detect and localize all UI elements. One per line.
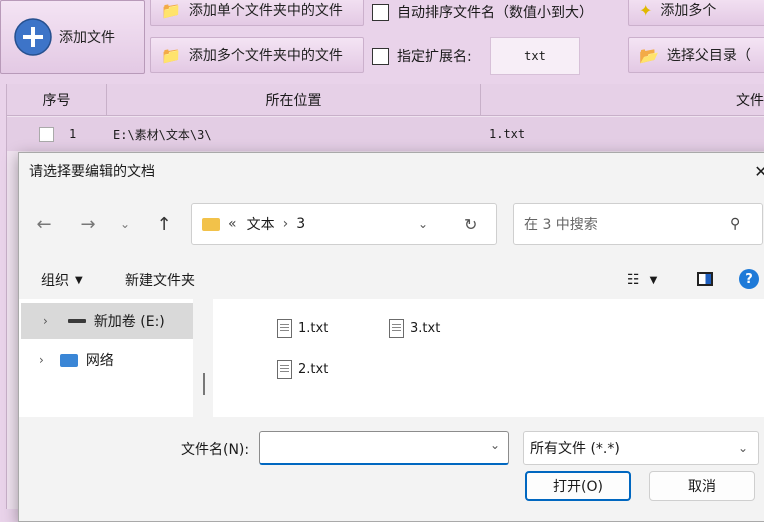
address-chevron-down-icon[interactable]: ⌄	[418, 217, 428, 231]
add-single-folder-button[interactable]: 📁 添加单个文件夹中的文件	[150, 0, 364, 26]
back-arrow-icon[interactable]: ←	[31, 211, 57, 237]
folder-plus-icon: 📁	[161, 45, 181, 65]
add-single-folder-label: 添加单个文件夹中的文件	[188, 3, 343, 19]
cancel-button[interactable]: 取消	[649, 471, 755, 501]
expand-chevron-icon[interactable]: ›	[43, 314, 48, 328]
new-folder-button[interactable]: 新建文件夹	[125, 269, 195, 291]
search-icon: ⚲	[730, 216, 741, 232]
add-file-label: 添加文件	[59, 30, 115, 46]
organize-label: 组织	[41, 273, 69, 289]
column-header-location[interactable]: 所在位置	[107, 84, 481, 116]
add-multi-folder-button[interactable]: 📁 添加多个文件夹中的文件	[150, 37, 364, 73]
breadcrumb-overflow[interactable]: «	[228, 216, 237, 232]
specify-ext-checkbox[interactable]	[372, 47, 389, 65]
file-type-select[interactable]: 所有文件 (*.*) ⌄	[523, 431, 759, 465]
row-index: 1	[69, 127, 77, 141]
table-row[interactable]: 1 E:\素材\文本\3\ 1.txt	[7, 117, 764, 151]
folder-plus-icon: 📁	[161, 0, 181, 20]
file-item[interactable]: 2.txt	[277, 358, 328, 380]
text-file-icon	[277, 359, 292, 379]
auto-sort-label: 自动排序文件名（数值小到大）	[397, 5, 593, 21]
magic-wand-icon: ✦	[639, 0, 653, 20]
auto-sort-checkbox[interactable]	[372, 3, 389, 21]
file-item-name: 1.txt	[298, 320, 329, 336]
file-type-chevron-down-icon: ⌄	[738, 441, 749, 455]
file-item-name: 2.txt	[298, 361, 329, 377]
tree-item-drive-e[interactable]: › 新加卷 (E:)	[21, 303, 193, 339]
organize-menu[interactable]: 组织 ▼	[41, 269, 83, 291]
forward-arrow-icon[interactable]: →	[75, 211, 101, 237]
file-item[interactable]: 3.txt	[389, 317, 440, 339]
refresh-icon[interactable]: ↻	[464, 215, 477, 234]
view-options-icon[interactable]: ☷ ▼	[627, 269, 657, 291]
recent-chevron-down-icon[interactable]: ⌄	[115, 211, 135, 237]
search-input[interactable]: 在 3 中搜索	[524, 214, 598, 234]
breadcrumb-separator: ›	[282, 216, 289, 232]
text-file-icon	[277, 318, 292, 338]
folder-check-icon: 📂	[639, 45, 659, 65]
row-location: E:\素材\文本\3\	[113, 127, 212, 142]
extension-input[interactable]: txt	[490, 37, 580, 75]
breadcrumb-item-text[interactable]: 文本	[247, 214, 275, 234]
address-bar[interactable]: « 文本 › 3 ⌄ ↻	[191, 203, 497, 245]
auto-sort-option[interactable]: 自动排序文件名（数值小到大）	[372, 0, 593, 24]
row-file: 1.txt	[489, 127, 526, 141]
add-multi-label: 添加多个	[660, 3, 717, 19]
drive-icon	[67, 319, 86, 323]
file-type-value: 所有文件 (*.*)	[530, 441, 620, 457]
help-icon[interactable]: ?	[739, 269, 759, 289]
close-icon[interactable]: ✕	[749, 159, 764, 183]
text-file-icon	[389, 318, 404, 338]
plus-circle-icon	[14, 18, 52, 56]
expand-chevron-icon[interactable]: ›	[39, 353, 44, 367]
search-box[interactable]: 在 3 中搜索 ⚲	[513, 203, 763, 245]
folder-icon	[202, 217, 220, 231]
nav-pane-scrollbar[interactable]	[203, 373, 205, 395]
dialog-title-bar: 请选择要编辑的文档	[19, 153, 764, 189]
filename-chevron-down-icon[interactable]: ⌄	[490, 438, 500, 452]
specify-ext-option[interactable]: 指定扩展名:	[372, 44, 472, 68]
up-arrow-icon[interactable]: ↑	[151, 211, 177, 237]
extension-value: txt	[524, 49, 546, 63]
caret-down-icon: ▼	[75, 274, 83, 286]
filename-label: 文件名(N):	[181, 442, 250, 458]
preview-pane-icon[interactable]	[697, 272, 713, 286]
tree-item-network[interactable]: › 网络	[21, 343, 193, 377]
choose-parent-label: 选择父目录（	[666, 48, 751, 64]
dialog-title: 请选择要编辑的文档	[29, 164, 155, 180]
breadcrumb-item-3[interactable]: 3	[296, 216, 305, 232]
add-multi-button[interactable]: ✦ 添加多个	[628, 0, 764, 26]
open-file-dialog: 请选择要编辑的文档 ✕ ← → ⌄ ↑ « 文本 › 3 ⌄ ↻ 在 3 中搜索…	[18, 152, 764, 522]
filename-input[interactable]: ⌄	[259, 431, 509, 465]
tree-item-label: 新加卷 (E:)	[93, 314, 165, 330]
open-button[interactable]: 打开(O)	[525, 471, 631, 501]
specify-ext-label: 指定扩展名:	[397, 49, 472, 65]
file-item[interactable]: 1.txt	[277, 317, 328, 339]
add-file-button[interactable]: 添加文件	[0, 0, 145, 74]
network-icon	[59, 353, 78, 367]
row-checkbox[interactable]	[39, 127, 54, 142]
file-item-name: 3.txt	[410, 320, 441, 336]
add-multi-folder-label: 添加多个文件夹中的文件	[188, 48, 343, 64]
column-header-file[interactable]: 文件	[481, 84, 764, 116]
column-header-index[interactable]: 序号	[7, 84, 107, 116]
tree-item-label: 网络	[85, 353, 114, 369]
choose-parent-button[interactable]: 📂 选择父目录（	[628, 37, 764, 73]
